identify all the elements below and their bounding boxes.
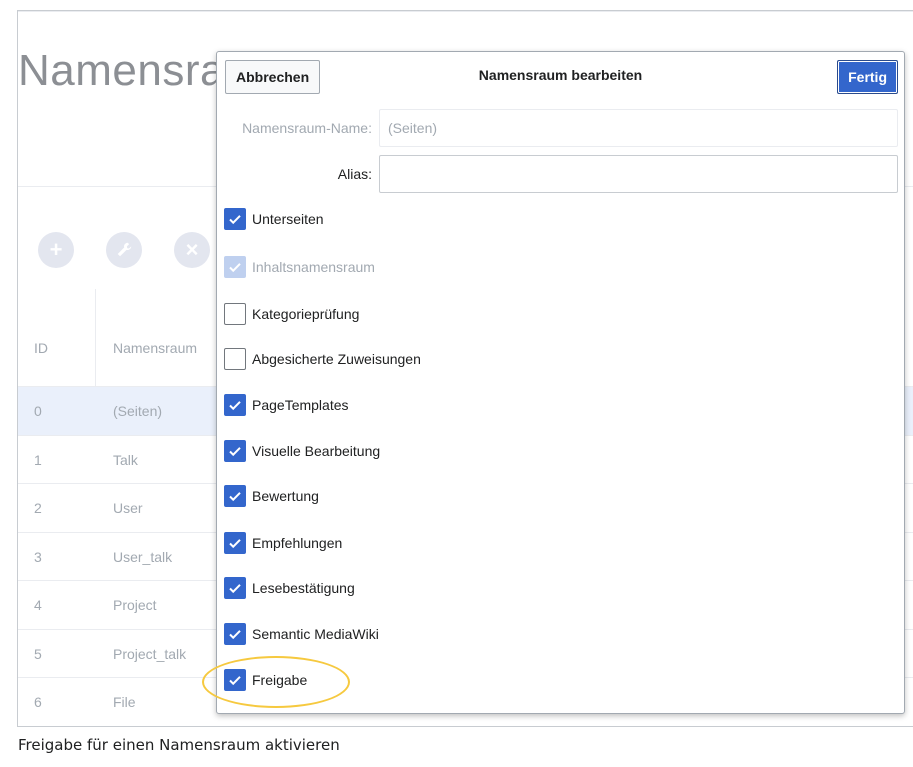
check-icon [229, 263, 241, 273]
cancel-button[interactable]: Abbrechen [225, 60, 321, 94]
option-unterseiten[interactable]: Unterseiten [224, 207, 324, 231]
option-label: Abgesicherte Zuweisungen [252, 351, 421, 367]
cell-id: 1 [34, 451, 42, 468]
checkbox-checked[interactable] [224, 440, 246, 462]
cell-namespace: User [113, 500, 143, 516]
option-label: Semantic MediaWiki [252, 626, 379, 642]
alias-label: Alias: [337, 166, 372, 182]
checkbox-checked[interactable] [224, 577, 246, 599]
checkbox-unchecked[interactable] [224, 348, 246, 370]
check-icon [229, 492, 241, 502]
column-header-namespace[interactable]: Namensraum [113, 340, 197, 356]
cell-id: 4 [34, 597, 42, 613]
cell-namespace: File [113, 694, 136, 710]
checkbox-checked[interactable] [224, 532, 246, 554]
option-label: Empfehlungen [252, 535, 343, 551]
cell-id: 3 [34, 548, 42, 565]
checkbox-unchecked[interactable] [224, 303, 246, 325]
option-kategoriepr-fung[interactable]: Kategorieprüfung [224, 302, 359, 326]
option-label: Bewertung [252, 488, 319, 504]
figure-caption: Freigabe für einen Namensraum aktivieren [18, 736, 340, 754]
namespace-name-input [379, 109, 898, 147]
cell-namespace: Talk [113, 451, 138, 468]
check-icon [229, 584, 241, 594]
cell-namespace: User_talk [113, 548, 173, 565]
option-label: Kategorieprüfung [252, 306, 360, 322]
dialog-title: Namensraum bearbeiten [478, 67, 643, 83]
option-lesebest-tigung[interactable]: Lesebestätigung [224, 576, 355, 600]
cell-namespace: Project_talk [113, 645, 187, 662]
option-label: Lesebestätigung [252, 580, 355, 596]
checkbox-checked[interactable] [224, 208, 246, 230]
check-icon [229, 630, 241, 640]
check-icon [229, 676, 241, 686]
cell-namespace: (Seiten) [113, 403, 163, 419]
option-label: Inhaltsnamensraum [252, 259, 375, 275]
option-label: Freigabe [252, 672, 308, 688]
page-title: Namensra [18, 46, 225, 95]
done-button[interactable]: Fertig [837, 60, 898, 94]
option-semantic-mediawiki[interactable]: Semantic MediaWiki [224, 622, 379, 646]
checkbox-checked[interactable] [224, 623, 246, 645]
edit-namespace-dialog: Abbrechen Namensraum bearbeiten Fertig N… [216, 51, 905, 714]
close-icon[interactable]: × [174, 232, 210, 268]
cell-id: 6 [34, 694, 42, 710]
option-bewertung[interactable]: Bewertung [224, 484, 319, 508]
dialog-header: Abbrechen Namensraum bearbeiten Fertig [217, 52, 904, 100]
cell-id: 5 [34, 645, 42, 662]
check-icon [229, 447, 241, 457]
namespace-name-row: Namensraum-Name: [217, 109, 904, 147]
column-divider [95, 289, 96, 387]
add-icon[interactable]: + [38, 232, 74, 268]
option-label: Visuelle Bearbeitung [252, 443, 381, 459]
checkbox-checked[interactable] [224, 485, 246, 507]
namespace-name-label: Namensraum-Name: [242, 120, 372, 136]
cell-id: 2 [34, 500, 42, 516]
option-label: PageTemplates [252, 397, 349, 413]
option-label: Unterseiten [252, 211, 324, 227]
option-abgesicherte-zuweisungen[interactable]: Abgesicherte Zuweisungen [224, 347, 421, 371]
option-pagetemplates[interactable]: PageTemplates [224, 393, 349, 417]
frame-top-border [18, 11, 913, 12]
check-icon [229, 539, 241, 549]
column-header-id[interactable]: ID [34, 340, 48, 356]
wrench-icon[interactable] [106, 232, 142, 268]
checkbox-checked[interactable] [224, 394, 246, 416]
cell-id: 0 [34, 403, 42, 419]
cell-namespace: Project [113, 597, 157, 613]
checkbox-checked [224, 256, 246, 278]
option-inhaltsnamensraum: Inhaltsnamensraum [224, 255, 375, 279]
alias-row: Alias: [217, 155, 904, 193]
alias-input[interactable] [379, 155, 898, 193]
option-empfehlungen[interactable]: Empfehlungen [224, 531, 342, 555]
check-icon [229, 215, 241, 225]
check-icon [229, 401, 241, 411]
option-visuelle-bearbeitung[interactable]: Visuelle Bearbeitung [224, 439, 380, 463]
option-freigabe[interactable]: Freigabe [224, 668, 307, 692]
checkbox-checked[interactable] [224, 669, 246, 691]
